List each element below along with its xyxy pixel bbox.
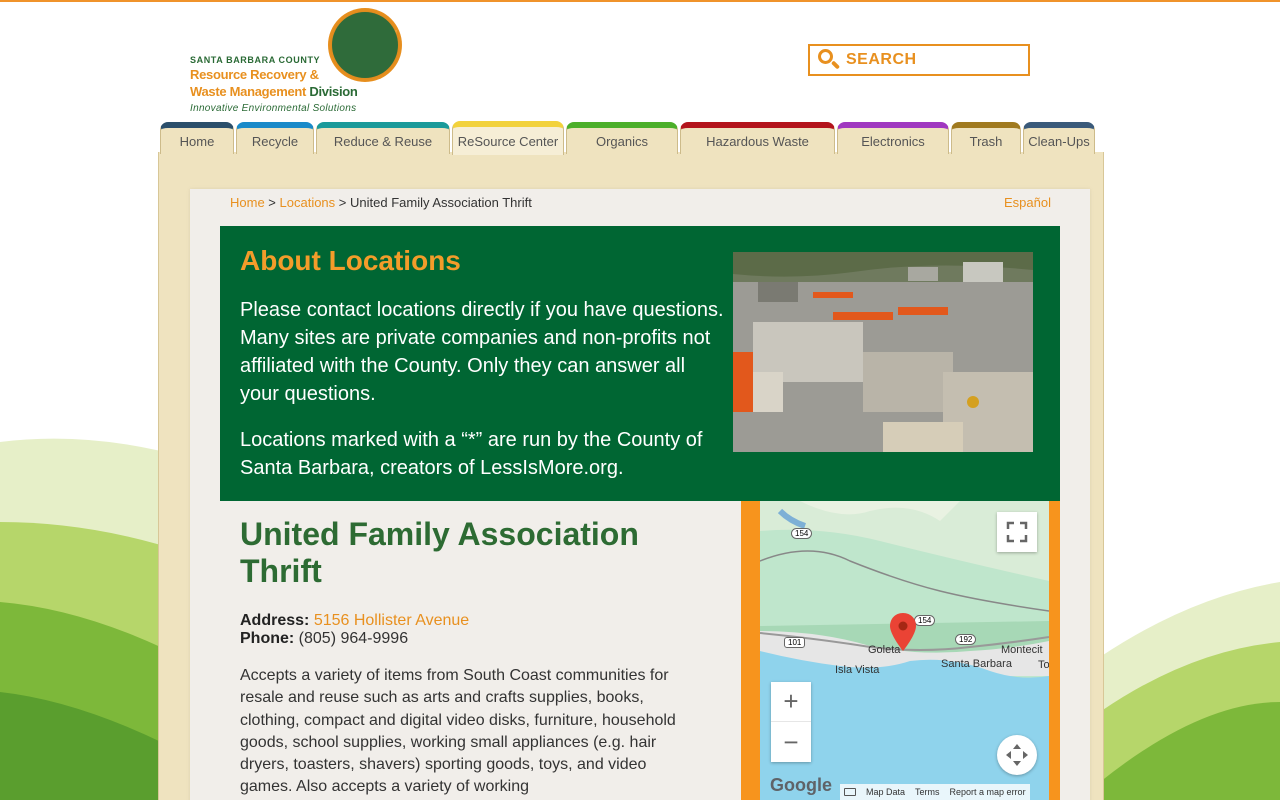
map-frame: 154 154 101 192 Goleta Santa Barbara Isl…	[741, 501, 1060, 800]
address-label: Address:	[240, 612, 310, 629]
espanol-link[interactable]: Español	[1004, 195, 1051, 210]
location-map[interactable]: 154 154 101 192 Goleta Santa Barbara Isl…	[760, 501, 1049, 800]
map-label-santa-barbara: Santa Barbara	[941, 658, 1012, 670]
zoom-in-button[interactable]: +	[771, 682, 811, 722]
fullscreen-icon[interactable]	[997, 512, 1037, 552]
logo-tagline: Innovative Environmental Solutions	[190, 103, 357, 114]
route-101-shield: 101	[784, 637, 806, 648]
nav-tab-home[interactable]: Home	[160, 122, 234, 154]
route-154-shield-2: 154	[914, 615, 936, 626]
google-logo: Google	[770, 775, 832, 795]
map-marker-icon[interactable]	[890, 613, 916, 651]
map-label-montecito: Montecit	[1001, 644, 1043, 656]
nav-tab-recycle[interactable]: Recycle	[236, 122, 314, 154]
map-label-to: To	[1038, 659, 1049, 671]
about-locations-box: About Locations Please contact locations…	[220, 226, 1060, 501]
breadcrumb-home[interactable]: Home	[230, 195, 265, 210]
camera-control-icon[interactable]	[997, 735, 1037, 775]
location-title: United Family Association Thrift	[240, 516, 639, 589]
main-nav: Home Recycle Reduce & Reuse ReSource Center…	[160, 121, 1097, 155]
division-logo[interactable]: SANTA BARBARA COUNTY Resource Recovery &…	[190, 8, 410, 118]
breadcrumb: Home > Locations > United Family Associa…	[230, 195, 532, 210]
about-paragraph-2: Locations marked with a “*” are run by t…	[240, 429, 703, 479]
zoom-out-button[interactable]: −	[771, 722, 811, 762]
logo-line-1: Resource Recovery &	[190, 67, 319, 82]
pw-badge-icon: pw	[328, 8, 402, 82]
zoom-control: + −	[771, 682, 811, 762]
location-description: Accepts a variety of items from South Co…	[240, 667, 676, 796]
keyboard-icon[interactable]	[844, 788, 856, 796]
location-info: Address: 5156 Hollister Avenue Phone: (8…	[240, 612, 469, 648]
phone-label: Phone:	[240, 630, 295, 647]
report-map-error-link[interactable]: Report a map error	[950, 787, 1026, 797]
route-192-shield: 192	[955, 634, 977, 645]
breadcrumb-current: United Family Association Thrift	[350, 195, 532, 210]
terms-link[interactable]: Terms	[915, 787, 940, 797]
map-footer: Map Data Terms Report a map error	[840, 784, 1030, 800]
about-paragraph-1: Please contact locations directly if you…	[240, 299, 724, 405]
nav-tab-reduce-reuse[interactable]: Reduce & Reuse	[316, 122, 450, 154]
phone-number: (805) 964-9996	[298, 630, 409, 647]
nav-tab-clean-ups[interactable]: Clean-Ups	[1023, 122, 1095, 154]
about-title: About Locations	[240, 245, 461, 276]
map-label-isla-vista: Isla Vista	[835, 664, 880, 676]
breadcrumb-locations[interactable]: Locations	[280, 195, 336, 210]
search-icon[interactable]	[816, 46, 846, 74]
logo-county: SANTA BARBARA COUNTY	[190, 55, 321, 65]
map-data-link[interactable]: Map Data	[866, 787, 905, 797]
address-link[interactable]: 5156 Hollister Avenue	[314, 612, 469, 629]
facility-photo	[733, 252, 1033, 452]
nav-tab-trash[interactable]: Trash	[951, 122, 1021, 154]
nav-tab-hazardous-waste[interactable]: Hazardous Waste	[680, 122, 835, 154]
search-input[interactable]	[846, 51, 1016, 69]
nav-tab-organics[interactable]: Organics	[566, 122, 678, 154]
search-box[interactable]	[808, 44, 1030, 76]
route-154-shield: 154	[791, 528, 813, 539]
nav-tab-resource-center[interactable]: ReSource Center	[452, 121, 564, 155]
nav-tab-electronics[interactable]: Electronics	[837, 122, 949, 154]
logo-line-2: Waste Management Division	[190, 84, 358, 99]
